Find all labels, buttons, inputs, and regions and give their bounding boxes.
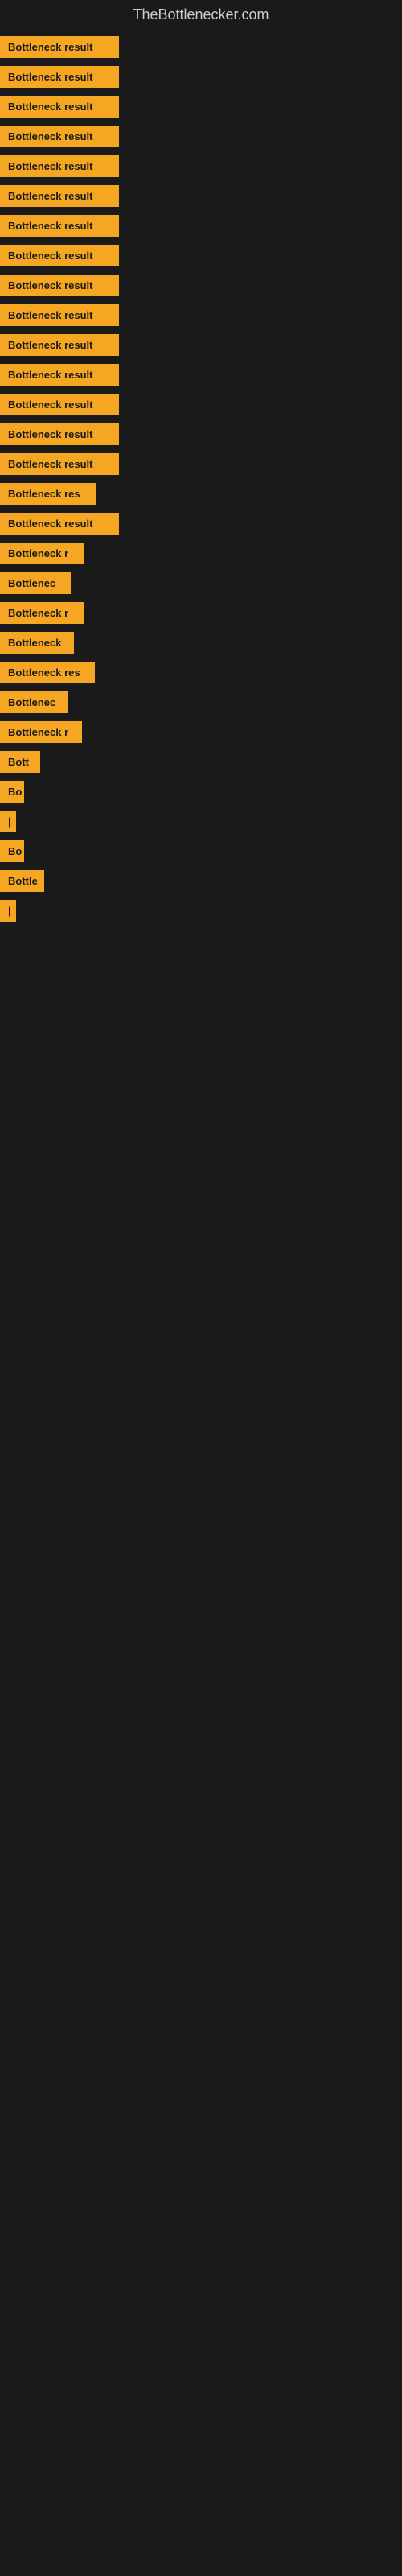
bottleneck-result-label: Bo [0,781,24,803]
list-item: Bottlenec [0,569,402,597]
list-item: Bottleneck res [0,480,402,508]
bottleneck-result-label: Bottleneck result [0,66,119,88]
list-item: Bottleneck result [0,212,402,240]
bottleneck-result-label: Bottle [0,870,44,892]
bottleneck-result-label: | [0,811,16,832]
list-item: Bottleneck result [0,361,402,389]
list-item: Bottleneck result [0,182,402,210]
list-item: Bottleneck r [0,599,402,627]
bottleneck-result-label: Bottleneck result [0,423,119,445]
list-item: Bottleneck result [0,122,402,151]
list-item: Bottleneck res [0,658,402,687]
bottleneck-result-label: Bottleneck result [0,245,119,266]
list-item: Bottleneck result [0,331,402,359]
bottleneck-result-label: Bottleneck result [0,513,119,535]
bottleneck-result-label: Bottleneck r [0,602,84,624]
bottleneck-result-label: Bottleneck res [0,483,96,505]
list-item: Bottleneck result [0,271,402,299]
bottleneck-result-label: Bottleneck result [0,394,119,415]
bottleneck-result-label: Bottleneck result [0,364,119,386]
bottleneck-result-label: Bottleneck result [0,185,119,207]
bottleneck-result-label: Bott [0,751,40,773]
bottleneck-result-label: Bottleneck result [0,215,119,237]
list-item: Bottleneck result [0,93,402,121]
list-item: Bo [0,837,402,865]
bottleneck-result-label: Bottlenec [0,572,71,594]
bottleneck-result-label: Bottleneck result [0,96,119,118]
bottleneck-result-label: Bottleneck r [0,543,84,564]
list-item: Bottleneck result [0,63,402,91]
list-item: Bottleneck result [0,450,402,478]
bottleneck-result-label: Bottleneck [0,632,74,654]
list-item: Bottlenec [0,688,402,716]
bottleneck-result-label: Bottleneck result [0,304,119,326]
bottleneck-result-label: | [0,900,16,922]
bottleneck-result-label: Bottleneck result [0,155,119,177]
list-item: Bottleneck result [0,301,402,329]
list-item: Bo [0,778,402,806]
list-item: Bottleneck result [0,510,402,538]
bottleneck-result-label: Bottleneck result [0,126,119,147]
site-title: TheBottlenecker.com [0,0,402,33]
bottleneck-result-label: Bottleneck result [0,334,119,356]
bottleneck-result-label: Bottleneck res [0,662,95,683]
list-item: Bottleneck r [0,539,402,568]
list-item: Bottleneck result [0,242,402,270]
bottleneck-result-label: Bottleneck result [0,36,119,58]
bottleneck-result-label: Bottleneck r [0,721,82,743]
list-item: Bottleneck r [0,718,402,746]
list-item: Bottleneck [0,629,402,657]
list-item: Bott [0,748,402,776]
list-item: Bottle [0,867,402,895]
list-item: | [0,807,402,836]
bottleneck-result-label: Bo [0,840,24,862]
list-item: Bottleneck result [0,152,402,180]
list-item: | [0,897,402,925]
list-item: Bottleneck result [0,33,402,61]
bottleneck-result-label: Bottleneck result [0,275,119,296]
bottleneck-result-label: Bottleneck result [0,453,119,475]
list-item: Bottleneck result [0,390,402,419]
bottleneck-list: Bottleneck result Bottleneck result Bottle… [0,33,402,943]
bottleneck-result-label: Bottlenec [0,691,68,713]
list-item: Bottleneck result [0,420,402,448]
